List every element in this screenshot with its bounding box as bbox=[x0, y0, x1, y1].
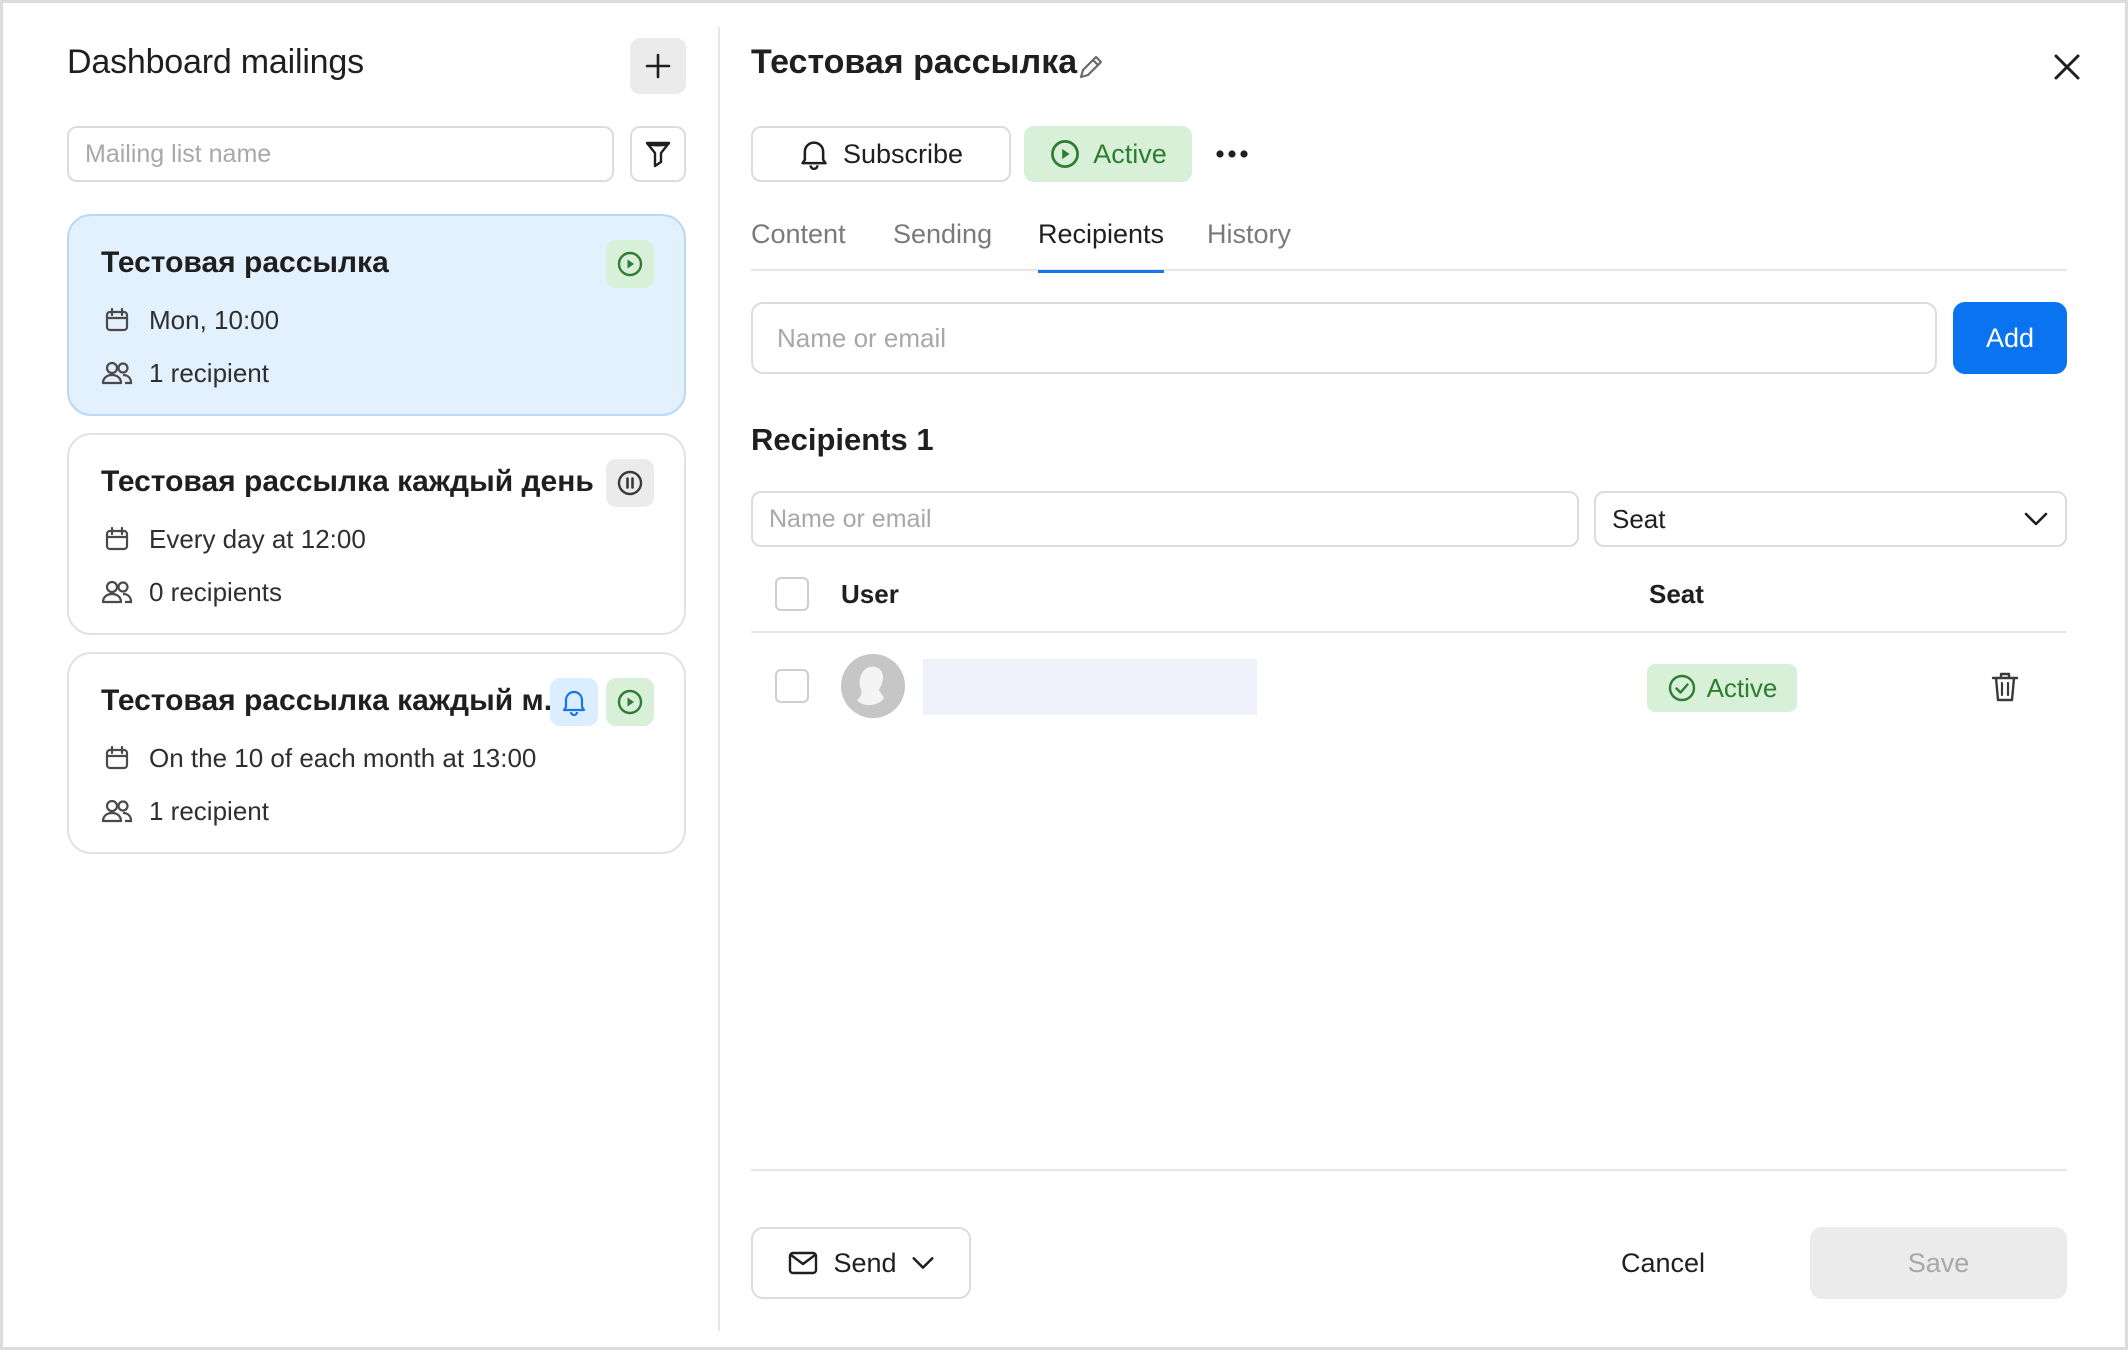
select-all-checkbox[interactable] bbox=[775, 577, 809, 611]
close-icon bbox=[2054, 54, 2080, 80]
tab-recipients[interactable]: Recipients bbox=[1038, 219, 1165, 273]
filter-icon bbox=[645, 141, 671, 168]
status-badge-active bbox=[606, 240, 654, 288]
mailing-card-title: Тестовая рассылка каждый м... bbox=[101, 684, 569, 717]
seat-status-badge: Active bbox=[1647, 664, 1797, 712]
mailing-schedule: On the 10 of each month at 13:00 bbox=[101, 742, 536, 774]
plus-icon bbox=[645, 53, 671, 79]
mailing-schedule: Every day at 12:00 bbox=[101, 523, 366, 555]
status-toggle-button[interactable]: Active bbox=[1024, 126, 1192, 182]
user-avatar-icon bbox=[841, 654, 905, 718]
mailing-card-title: Тестовая рассылка каждый день bbox=[101, 465, 594, 498]
subscribe-button[interactable]: Subscribe bbox=[751, 126, 1011, 182]
mailing-recipients-text: 1 recipient bbox=[149, 795, 269, 826]
pause-icon bbox=[617, 470, 643, 496]
users-icon bbox=[101, 580, 133, 604]
check-circle-icon bbox=[1668, 674, 1695, 702]
mailing-recipients: 1 recipient bbox=[101, 357, 269, 389]
calendar-icon bbox=[105, 526, 129, 551]
chevron-down-icon bbox=[912, 1257, 934, 1269]
chevron-down-icon bbox=[2024, 512, 2048, 526]
bell-icon bbox=[801, 141, 827, 170]
calendar-icon bbox=[105, 745, 129, 770]
mailing-card[interactable]: Тестовая рассылка каждый м... On the 10 … bbox=[67, 652, 686, 854]
mailing-recipients-text: 1 recipient bbox=[149, 357, 269, 388]
tab-content[interactable]: Content bbox=[751, 219, 846, 269]
subscribe-label: Subscribe bbox=[842, 138, 964, 169]
send-button[interactable]: Send bbox=[751, 1227, 971, 1299]
filter-button[interactable] bbox=[630, 126, 686, 182]
play-icon bbox=[1051, 140, 1080, 168]
recipient-filter-input[interactable] bbox=[751, 491, 1579, 547]
status-label: Active bbox=[1093, 138, 1167, 169]
save-button[interactable]: Save bbox=[1810, 1227, 2067, 1299]
add-recipient-button[interactable]: Add bbox=[1953, 302, 2067, 374]
more-icon bbox=[1216, 150, 1248, 158]
users-icon bbox=[101, 799, 133, 823]
column-header-seat: Seat bbox=[1649, 579, 1704, 609]
column-header-user: User bbox=[841, 579, 899, 609]
mailings-sidebar: Dashboard mailings Тестовая рассылка Mon… bbox=[3, 3, 719, 1350]
tab-history[interactable]: History bbox=[1207, 219, 1291, 269]
edit-title-button[interactable] bbox=[1075, 51, 1107, 83]
dialog-window: Dashboard mailings Тестовая рассылка Mon… bbox=[0, 0, 2128, 1350]
calendar-icon bbox=[105, 307, 129, 332]
tab-sending[interactable]: Sending bbox=[893, 219, 992, 269]
play-icon bbox=[617, 251, 643, 277]
more-actions-button[interactable] bbox=[1211, 133, 1253, 175]
recipients-heading: Recipients 1 bbox=[751, 422, 934, 457]
user-name-placeholder bbox=[923, 659, 1257, 715]
mailing-schedule-text: On the 10 of each month at 13:00 bbox=[149, 742, 537, 773]
table-row: Active bbox=[751, 643, 2067, 733]
cancel-button[interactable]: Cancel bbox=[1591, 1227, 1735, 1299]
mailing-schedule-text: Every day at 12:00 bbox=[149, 523, 366, 554]
panel-divider bbox=[718, 27, 720, 1331]
sidebar-title: Dashboard mailings bbox=[67, 43, 364, 81]
close-button[interactable] bbox=[2047, 47, 2087, 87]
detail-tabs: Content Sending Recipients History bbox=[751, 219, 2067, 273]
pencil-icon bbox=[1079, 55, 1103, 79]
seat-filter-select[interactable]: Seat bbox=[1594, 491, 2067, 547]
mailing-title: Тестовая рассылка bbox=[751, 43, 1078, 81]
users-icon bbox=[101, 361, 133, 385]
seat-filter-value: Seat bbox=[1612, 503, 1666, 534]
mailing-card-title: Тестовая рассылка bbox=[101, 246, 389, 279]
status-badge-paused bbox=[606, 459, 654, 507]
add-mailing-button[interactable] bbox=[630, 38, 686, 94]
trash-icon bbox=[1991, 672, 2019, 702]
bell-icon bbox=[562, 690, 586, 716]
delete-recipient-button[interactable] bbox=[1987, 669, 2023, 705]
mailing-recipients-text: 0 recipients bbox=[149, 576, 282, 607]
mailing-recipients: 1 recipient bbox=[101, 795, 269, 827]
mailing-search-input[interactable] bbox=[67, 126, 614, 182]
subscribed-badge bbox=[550, 678, 598, 726]
mailing-card[interactable]: Тестовая рассылка каждый день Every day … bbox=[67, 433, 686, 635]
table-header: User Seat bbox=[751, 559, 2067, 633]
send-label: Send bbox=[833, 1247, 897, 1278]
mailing-schedule: Mon, 10:00 bbox=[101, 304, 279, 336]
row-checkbox[interactable] bbox=[775, 669, 809, 703]
footer-divider bbox=[751, 1169, 2067, 1171]
add-recipient-input[interactable] bbox=[751, 302, 1937, 374]
avatar bbox=[841, 654, 905, 718]
mailing-recipients: 0 recipients bbox=[101, 576, 282, 608]
seat-status-label: Active bbox=[1706, 672, 1778, 703]
play-icon bbox=[617, 689, 643, 715]
mailing-card[interactable]: Тестовая рассылка Mon, 10:00 1 recipient bbox=[67, 214, 686, 416]
status-badge-active bbox=[606, 678, 654, 726]
mailing-schedule-text: Mon, 10:00 bbox=[149, 304, 280, 335]
mail-icon bbox=[789, 1251, 818, 1275]
